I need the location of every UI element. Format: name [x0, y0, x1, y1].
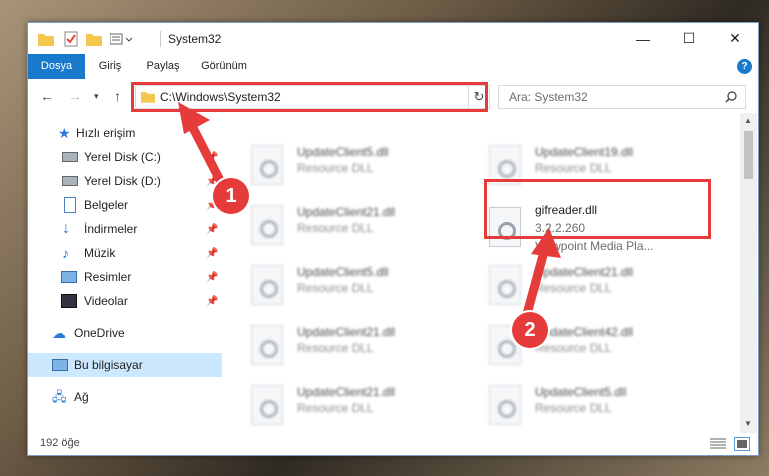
up-arrow-icon[interactable]: ↑: [114, 88, 121, 104]
new-folder-icon[interactable]: [86, 32, 102, 46]
nav-label: Müzik: [84, 246, 116, 260]
tab-share[interactable]: Paylaş: [140, 54, 186, 79]
file-name: UpdateClient5.dll: [535, 385, 627, 399]
document-icon: [64, 197, 76, 213]
file-name: UpdateClient21.dll: [297, 325, 396, 339]
large-icons-view-icon[interactable]: [734, 437, 750, 451]
close-button[interactable]: ✕: [712, 23, 758, 54]
item-count: 192 öğe: [40, 437, 80, 449]
file-item[interactable]: UpdateClient5.dll Resource DLL: [489, 381, 709, 429]
nav-label: Ağ: [74, 390, 89, 404]
file-item[interactable]: UpdateClient21.dll Resource DLL: [251, 321, 471, 369]
scroll-down-icon[interactable]: ▼: [744, 419, 752, 428]
file-list: UpdateClient5.dll Resource DLL UpdateCli…: [223, 113, 740, 433]
file-description: Resource DLL: [297, 281, 374, 295]
forward-arrow-icon[interactable]: →: [68, 88, 82, 104]
nav-item-videos[interactable]: Videolar 📌: [28, 289, 222, 313]
tab-home[interactable]: Giriş: [90, 54, 130, 79]
minimize-button[interactable]: —: [620, 23, 666, 54]
title-bar: System32 — ☐ ✕: [28, 23, 758, 54]
quick-access-toolbar: [38, 30, 136, 48]
help-icon[interactable]: ?: [737, 59, 752, 74]
status-bar: 192 öğe: [28, 433, 758, 455]
file-item[interactable]: UpdateClient21.dll Resource DLL: [251, 381, 471, 429]
drive-icon: [62, 152, 78, 162]
pin-icon[interactable]: 📌: [206, 224, 218, 235]
dll-file-icon: [251, 205, 283, 245]
file-description: Resource DLL: [535, 161, 612, 175]
file-description: Resource DLL: [297, 221, 374, 235]
nav-item-this-pc[interactable]: Bu bilgisayar: [28, 353, 222, 377]
file-name: UpdateClient21.dll: [297, 385, 396, 399]
file-name: UpdateClient19.dll: [535, 145, 634, 159]
ribbon-tabs: Dosya Giriş Paylaş Görünüm ?: [28, 54, 758, 80]
pin-icon[interactable]: 📌: [206, 272, 218, 283]
nav-item-downloads[interactable]: ↓ İndirmeler 📌: [28, 217, 222, 241]
nav-label: Yerel Disk (D:): [84, 174, 161, 188]
file-item[interactable]: UpdateClient5.dll Resource DLL: [251, 141, 471, 189]
folder-icon[interactable]: [38, 32, 54, 46]
customize-toolbar-icon[interactable]: [110, 32, 136, 46]
nav-label: Hızlı erişim: [76, 126, 136, 140]
file-name: UpdateClient21.dll: [297, 205, 396, 219]
nav-label: Resimler: [84, 270, 132, 284]
file-description: Resource DLL: [297, 401, 374, 415]
nav-label: Bu bilgisayar: [74, 358, 143, 372]
nav-item-music[interactable]: ♪ Müzik 📌: [28, 241, 222, 265]
cloud-icon: ☁: [52, 325, 66, 341]
nav-label: Videolar: [84, 294, 128, 308]
pin-icon[interactable]: 📌: [206, 248, 218, 259]
nav-label: İndirmeler: [84, 222, 138, 236]
nav-item-network[interactable]: 🖧 Ağ: [28, 385, 222, 409]
file-name: UpdateClient5.dll: [297, 145, 389, 159]
tab-view[interactable]: Görünüm: [196, 54, 252, 79]
tab-file[interactable]: Dosya: [28, 54, 85, 79]
maximize-button[interactable]: ☐: [666, 23, 712, 54]
dll-file-icon: [251, 265, 283, 305]
nav-label: Yerel Disk (C:): [84, 150, 161, 164]
dll-file-icon: [251, 385, 283, 425]
network-icon: 🖧: [52, 389, 67, 404]
search-icon[interactable]: [725, 91, 737, 103]
nav-item-pictures[interactable]: Resimler 📌: [28, 265, 222, 289]
properties-icon[interactable]: [64, 31, 78, 47]
dll-file-icon: [489, 385, 521, 425]
nav-label: Belgeler: [84, 198, 129, 212]
download-icon: ↓: [62, 220, 70, 237]
scroll-up-icon[interactable]: ▲: [744, 116, 752, 125]
window-title: System32: [168, 32, 222, 46]
music-icon: ♪: [62, 245, 69, 261]
file-description: Resource DLL: [297, 161, 374, 175]
step-1-badge: 1: [213, 178, 249, 214]
back-arrow-icon[interactable]: ←: [40, 88, 54, 104]
vertical-scrollbar[interactable]: ▲ ▼: [740, 113, 757, 433]
file-description: Resource DLL: [535, 341, 612, 355]
pictures-icon: [61, 271, 77, 283]
computer-icon: [52, 359, 68, 371]
file-item[interactable]: UpdateClient5.dll Resource DLL: [251, 261, 471, 309]
step-2-badge: 2: [512, 312, 548, 348]
nav-item-onedrive[interactable]: ☁ OneDrive: [28, 321, 222, 345]
file-description: Resource DLL: [535, 401, 612, 415]
file-description: Resource DLL: [297, 341, 374, 355]
dll-file-icon: [251, 325, 283, 365]
nav-label: OneDrive: [74, 326, 125, 340]
star-icon: ★: [58, 125, 71, 141]
file-item[interactable]: UpdateClient21.dll Resource DLL: [251, 201, 471, 249]
search-box[interactable]: Ara: System32: [498, 85, 746, 109]
recent-locations-icon[interactable]: ▾: [94, 91, 99, 102]
details-view-icon[interactable]: [710, 438, 726, 450]
dll-file-icon: [251, 145, 283, 185]
pin-icon[interactable]: 📌: [206, 296, 218, 307]
search-input[interactable]: Ara: System32: [509, 90, 588, 104]
file-name: UpdateClient5.dll: [297, 265, 389, 279]
drive-icon: [62, 176, 78, 186]
scroll-thumb[interactable]: [744, 131, 753, 179]
video-icon: [61, 294, 77, 308]
